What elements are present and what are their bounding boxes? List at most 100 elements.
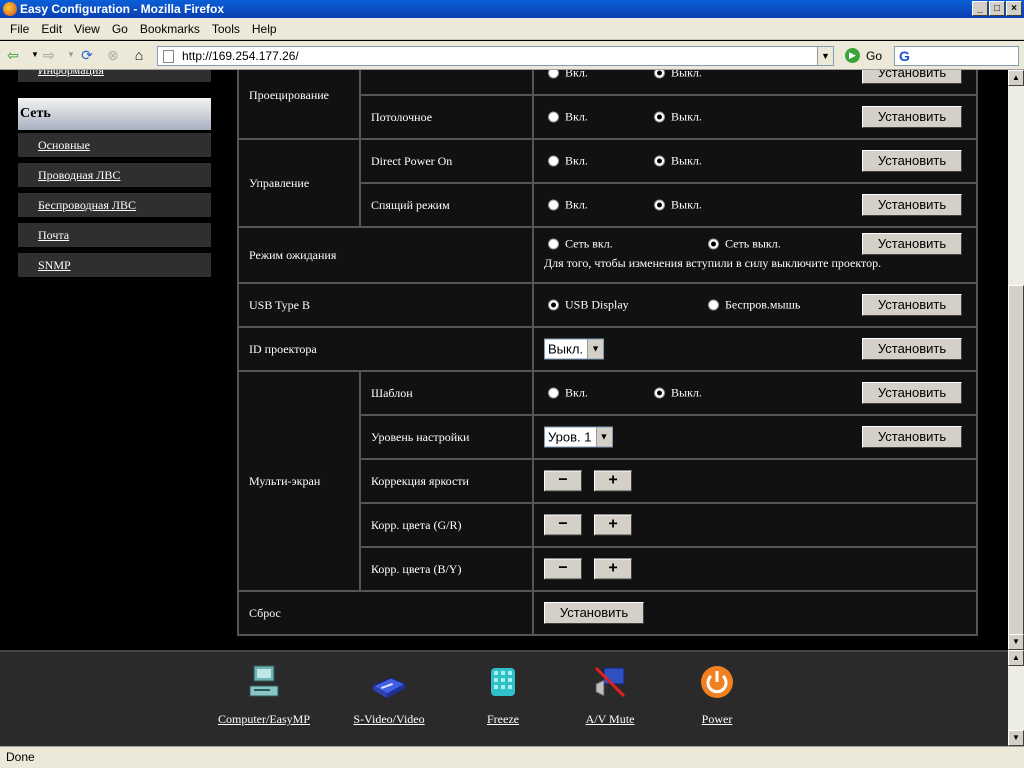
radio-selected-icon (654, 199, 665, 211)
sidebar-item-snmp[interactable]: SNMP (18, 253, 211, 277)
sidebar-item-mail[interactable]: Почта (18, 223, 211, 247)
freeze-button[interactable]: Freeze (478, 662, 528, 727)
svideo-video-button[interactable]: S-Video/Video (342, 662, 436, 727)
radio-usb-display[interactable]: USB Display (548, 298, 629, 313)
radio-off[interactable]: Выкл. (654, 198, 702, 213)
radio-on[interactable]: Вкл. (548, 70, 588, 81)
reset-button[interactable]: Установить (544, 602, 644, 624)
menubar: File Edit View Go Bookmarks Tools Help (0, 18, 1024, 40)
menu-bookmarks[interactable]: Bookmarks (140, 22, 200, 36)
menu-file[interactable]: File (10, 22, 29, 36)
radio-label: Сеть вкл. (565, 236, 613, 251)
scroll-thumb[interactable] (1008, 285, 1024, 635)
scroll-up-icon[interactable]: ▲ (1008, 70, 1024, 86)
firefox-icon (3, 2, 17, 16)
value-cell: Вкл. Выкл. Установить (532, 370, 978, 416)
value-cell: Выкл. ▼ Установить (532, 326, 978, 372)
radio-icon (548, 238, 559, 250)
row-label-template: Шаблон (359, 370, 534, 416)
maximize-button[interactable]: □ (989, 1, 1005, 16)
back-icon[interactable]: ⇦ (4, 47, 22, 63)
set-button[interactable]: Установить (862, 233, 962, 255)
row-label-sleep-mode: Спящий режим (359, 182, 534, 228)
menu-edit[interactable]: Edit (41, 22, 62, 36)
set-button[interactable]: Установить (862, 70, 962, 84)
radio-icon (548, 70, 559, 79)
level-select[interactable]: Уров. 1 ▼ (544, 426, 613, 448)
computer-easymp-button[interactable]: Computer/EasyMP (212, 662, 316, 727)
radio-network-on[interactable]: Сеть вкл. (548, 237, 613, 252)
set-button[interactable]: Установить (862, 150, 962, 172)
set-button[interactable]: Установить (862, 426, 962, 448)
radio-label: Выкл. (671, 70, 702, 80)
radio-on[interactable]: Вкл. (548, 386, 588, 401)
url-dropdown-icon[interactable]: ▼ (817, 47, 833, 65)
value-cell: − + (532, 546, 978, 592)
menu-view[interactable]: View (74, 22, 100, 36)
search-field[interactable]: G (894, 46, 1019, 66)
go-label: Go (866, 48, 883, 63)
bottom-label: Freeze (487, 712, 519, 726)
brightness-minus-button[interactable]: − (544, 470, 582, 492)
radio-label: Вкл. (565, 70, 588, 80)
radio-selected-icon (708, 238, 719, 250)
scroll-down-icon[interactable]: ▼ (1008, 730, 1024, 746)
sidebar-item-wireless-lan[interactable]: Беспроводная ЛВС (18, 193, 211, 217)
color-by-plus-button[interactable]: + (594, 558, 632, 580)
set-button[interactable]: Установить (862, 338, 962, 360)
av-mute-icon (594, 666, 626, 698)
forward-icon[interactable]: ⇨ (40, 47, 58, 63)
radio-on[interactable]: Вкл. (548, 198, 588, 213)
scroll-down-icon[interactable]: ▼ (1008, 634, 1024, 650)
radio-icon (548, 387, 559, 399)
set-button[interactable]: Установить (862, 382, 962, 404)
radio-label: Вкл. (565, 385, 588, 400)
scroll-up-icon[interactable]: ▲ (1008, 650, 1024, 666)
menu-help[interactable]: Help (252, 22, 277, 36)
sidebar-section-network: Сеть (18, 98, 211, 130)
reload-icon[interactable]: ⟳ (78, 47, 96, 63)
table-row: ID проектора Выкл. ▼ Установить (237, 326, 978, 372)
radio-network-off[interactable]: Сеть выкл. (708, 237, 781, 252)
page-icon (163, 50, 174, 63)
value-cell: − + (532, 502, 978, 548)
url-field[interactable]: http://169.254.177.26/ ▼ (157, 46, 834, 66)
radio-off[interactable]: Выкл. (654, 154, 702, 169)
sidebar-item-basic[interactable]: Основные (18, 133, 211, 157)
radio-off[interactable]: Выкл. (654, 386, 702, 401)
projector-id-select[interactable]: Выкл. ▼ (544, 338, 605, 360)
stop-icon[interactable]: ⊗ (104, 47, 122, 63)
radio-off[interactable]: Выкл. (654, 110, 702, 125)
radio-wireless-mouse[interactable]: Беспров.мышь (708, 298, 800, 313)
av-mute-button[interactable]: A/V Mute (580, 662, 640, 727)
home-icon[interactable]: ⌂ (130, 47, 148, 63)
set-button[interactable]: Установить (862, 194, 962, 216)
menu-tools[interactable]: Tools (212, 22, 240, 36)
go-button[interactable]: ▶ Go (845, 48, 882, 63)
power-button[interactable]: Power (692, 662, 742, 727)
table-row: Мульти-экран Шаблон Вкл. Выкл. Установит… (237, 370, 978, 592)
radio-on[interactable]: Вкл. (548, 110, 588, 125)
sidebar-item-wired-lan[interactable]: Проводная ЛВС (18, 163, 211, 187)
row-label-standby: Режим ожидания (237, 226, 534, 284)
row-label-adjust-level: Уровень настройки (359, 414, 534, 460)
radio-label: Выкл. (671, 385, 702, 400)
set-button[interactable]: Установить (862, 106, 962, 128)
close-button[interactable]: × (1006, 1, 1022, 16)
color-by-minus-button[interactable]: − (544, 558, 582, 580)
radio-on[interactable]: Вкл. (548, 154, 588, 169)
power-icon (701, 666, 733, 698)
radio-off[interactable]: Выкл. (654, 70, 702, 81)
set-button[interactable]: Установить (862, 294, 962, 316)
menu-go[interactable]: Go (112, 22, 128, 36)
table-row: Управление Direct Power On Вкл. Выкл. Ус… (237, 138, 978, 228)
vertical-scrollbar[interactable]: ▲ ▼ ▲ ▼ (1008, 70, 1024, 746)
radio-label: Выкл. (671, 109, 702, 124)
brightness-plus-button[interactable]: + (594, 470, 632, 492)
table-row: Сброс Установить (237, 590, 978, 636)
value-cell: Уров. 1 ▼ Установить (532, 414, 978, 460)
color-gr-minus-button[interactable]: − (544, 514, 582, 536)
sidebar-item-info[interactable]: Информация (18, 70, 211, 82)
minimize-button[interactable]: _ (972, 1, 988, 16)
color-gr-plus-button[interactable]: + (594, 514, 632, 536)
